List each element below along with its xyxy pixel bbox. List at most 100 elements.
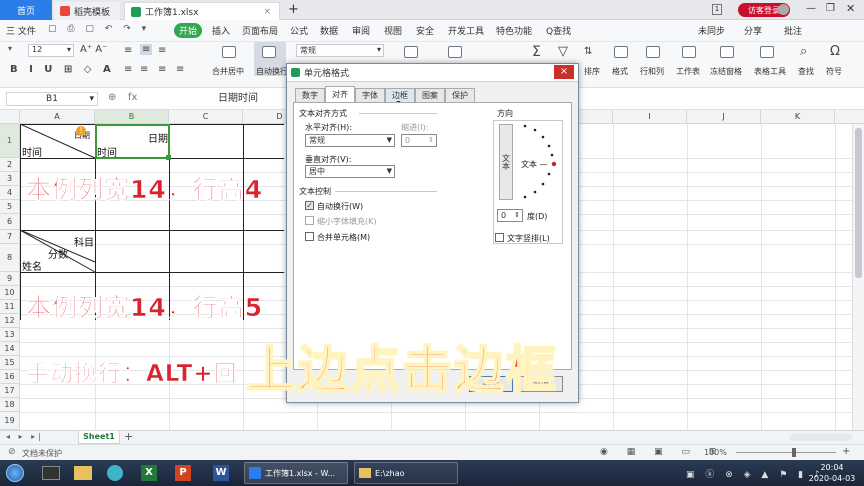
- symbol-button[interactable]: 符号: [826, 66, 842, 77]
- powerpoint-icon[interactable]: P: [168, 462, 198, 484]
- align-top-icon[interactable]: ≡: [124, 45, 132, 56]
- number-format-select[interactable]: 常规 ▾: [296, 44, 384, 57]
- row-header-19[interactable]: 19: [0, 412, 20, 430]
- find-icon[interactable]: ⌕: [800, 44, 807, 59]
- row-header-6[interactable]: 6: [0, 214, 20, 230]
- system-tray-icons[interactable]: ▣ ⓚ ⊗ ◈ ▲ ⚑ ▮ ♪: [686, 467, 824, 480]
- tab-protection[interactable]: 保护: [445, 88, 475, 102]
- row-header-5[interactable]: 5: [0, 200, 20, 214]
- row-header-18[interactable]: 18: [0, 398, 20, 412]
- align-left-icon[interactable]: ≡: [124, 64, 132, 75]
- add-sheet-button[interactable]: +: [124, 430, 133, 443]
- row-header-9[interactable]: 9: [0, 272, 20, 286]
- font-size-select[interactable]: 12 ▾: [28, 44, 74, 57]
- zoom-icon[interactable]: ⊕: [108, 92, 116, 103]
- row-header-16[interactable]: 16: [0, 370, 20, 384]
- fx-icon[interactable]: fx: [128, 92, 137, 103]
- zoom-level[interactable]: 100%: [704, 448, 727, 457]
- sort-icon[interactable]: ⇅: [584, 46, 592, 57]
- tab-home[interactable]: 首页: [0, 0, 52, 20]
- horizontal-scrollbar[interactable]: [790, 434, 852, 441]
- sheet-tab-sheet1[interactable]: Sheet1: [78, 431, 120, 444]
- menu-security[interactable]: 安全: [416, 24, 434, 37]
- menu-view[interactable]: 视图: [384, 24, 402, 37]
- taskbar-explorer-window[interactable]: E:\zhao: [354, 462, 458, 484]
- row-header-11[interactable]: 11: [0, 300, 20, 314]
- row-header-2[interactable]: 2: [0, 158, 20, 172]
- minimize-icon[interactable]: —: [806, 3, 816, 14]
- select-all-corner[interactable]: [0, 110, 20, 124]
- comment-button[interactable]: 批注: [784, 24, 802, 37]
- format-icon[interactable]: [614, 46, 628, 58]
- font-name-box[interactable]: ▾: [8, 44, 12, 53]
- degree-stepper[interactable]: 0 ⇕: [497, 209, 523, 222]
- sort-button[interactable]: 排序: [584, 66, 600, 77]
- share-button[interactable]: 分享: [744, 24, 762, 37]
- row-header-4[interactable]: 4: [0, 186, 20, 200]
- column-header-a[interactable]: A: [20, 110, 95, 124]
- symbol-icon[interactable]: Ω: [830, 44, 840, 59]
- dialog-title-bar[interactable]: 单元格格式 ×: [287, 64, 578, 82]
- tab-alignment[interactable]: 对齐: [325, 86, 355, 102]
- menu-features[interactable]: 特色功能: [496, 24, 532, 37]
- row-header-13[interactable]: 13: [0, 328, 20, 342]
- zoom-slider-thumb[interactable]: [792, 448, 796, 457]
- align-middle-icon[interactable]: ≡: [140, 44, 153, 55]
- merge-center-icon[interactable]: [222, 46, 236, 58]
- menu-start[interactable]: 开始: [174, 23, 202, 38]
- row-header-3[interactable]: 3: [0, 172, 20, 186]
- vertical-text-button[interactable]: 文本: [499, 124, 513, 200]
- table-style-icon[interactable]: [448, 46, 462, 58]
- search-menu[interactable]: Q查找: [546, 24, 571, 37]
- row-header-10[interactable]: 10: [0, 286, 20, 300]
- column-header-k[interactable]: K: [761, 110, 835, 124]
- wrap-text-checkbox[interactable]: ✓: [305, 201, 314, 210]
- find-button[interactable]: 查找: [798, 66, 814, 77]
- align-bottom-icon[interactable]: ≡: [158, 45, 166, 56]
- vertical-align-select[interactable]: 居中 ▼: [305, 165, 395, 178]
- conditional-format-icon[interactable]: [404, 46, 418, 58]
- menu-developer[interactable]: 开发工具: [448, 24, 484, 37]
- merge-cells-checkbox[interactable]: [305, 232, 314, 241]
- column-header-j[interactable]: J: [687, 110, 761, 124]
- menu-formula[interactable]: 公式: [290, 24, 308, 37]
- horizontal-align-select[interactable]: 常规 ▼: [305, 134, 395, 147]
- format-button[interactable]: 格式: [612, 66, 628, 77]
- row-header-8[interactable]: 8: [0, 244, 20, 272]
- folder-icon[interactable]: [68, 462, 98, 484]
- start-button[interactable]: [2, 462, 28, 484]
- taskbar-wps-window[interactable]: 工作簿1.xlsx - W...: [244, 462, 348, 484]
- maximize-icon[interactable]: ❐: [826, 3, 835, 14]
- sheet-nav-icons[interactable]: ◂ ▸ ▸|: [6, 432, 44, 441]
- row-header-17[interactable]: 17: [0, 384, 20, 398]
- warning-icon[interactable]: !: [76, 126, 86, 136]
- align-center-icon[interactable]: ≡: [140, 64, 148, 75]
- zoom-in-icon[interactable]: +: [842, 446, 850, 457]
- column-header-l[interactable]: L: [835, 110, 864, 124]
- tab-file[interactable]: 工作簿1.xlsx ×: [124, 2, 280, 20]
- filter-icon[interactable]: ▽: [558, 44, 568, 59]
- file-menu[interactable]: 三 文件: [6, 24, 36, 37]
- excel-icon[interactable]: X: [134, 462, 164, 484]
- freeze-panes-icon[interactable]: [720, 46, 734, 58]
- avatar[interactable]: [778, 4, 789, 15]
- row-col-icon[interactable]: [646, 46, 660, 58]
- worksheet-icon[interactable]: [682, 46, 696, 58]
- tab-template[interactable]: 稻壳模板: [54, 2, 120, 20]
- row-header-15[interactable]: 15: [0, 356, 20, 370]
- word-icon[interactable]: W: [206, 462, 236, 484]
- scroll-thumb[interactable]: [855, 128, 862, 278]
- app-icon[interactable]: [100, 462, 130, 484]
- sync-status[interactable]: 未同步: [698, 24, 725, 37]
- freeze-panes-button[interactable]: 冻结窗格: [710, 66, 742, 77]
- vertical-scrollbar[interactable]: [852, 124, 864, 430]
- distributed-icon[interactable]: ≡: [176, 64, 184, 75]
- dialog-close-button[interactable]: ×: [554, 65, 574, 79]
- row-col-button[interactable]: 行和列: [640, 66, 664, 77]
- indent-stepper[interactable]: 0 ⇕: [401, 134, 437, 147]
- table-tools-icon[interactable]: [760, 46, 774, 58]
- column-header-i[interactable]: I: [613, 110, 687, 124]
- tab-number[interactable]: 数字: [295, 88, 325, 102]
- menu-review[interactable]: 审阅: [352, 24, 370, 37]
- quick-access-icons[interactable]: ▢ ⎙ ▢ ↶ ↷ ▾: [48, 24, 150, 34]
